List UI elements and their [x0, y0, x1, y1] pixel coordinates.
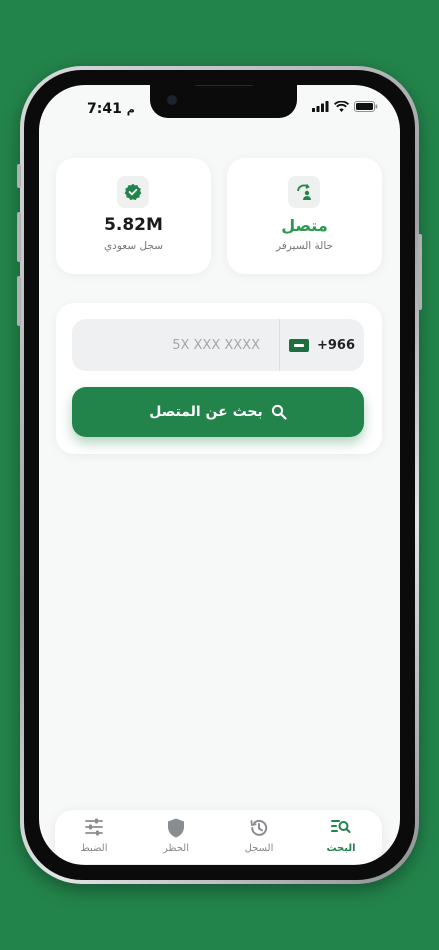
search-caller-button[interactable]: بحث عن المتصل	[72, 387, 364, 437]
records-count-value: 5.82M	[104, 215, 163, 235]
camera	[167, 95, 177, 105]
server-sync-icon-box	[288, 176, 320, 208]
search-button-label: بحث عن المتصل	[149, 404, 263, 420]
records-count-card: 5.82M سجل سعودي	[56, 158, 211, 274]
tab-settings[interactable]: الضبط	[59, 810, 129, 864]
mute-switch	[17, 164, 21, 188]
sliders-icon	[85, 818, 103, 836]
verified-icon-box	[117, 176, 149, 208]
wifi-icon	[334, 101, 349, 112]
tab-block[interactable]: الحظر	[141, 810, 211, 864]
volume-down-button	[17, 276, 21, 326]
server-status-card: متصل حالة السيرفر	[227, 158, 382, 274]
phone-frame: 7:41 م متصل حالة السيرفر 5.82M سجل سعودي…	[17, 66, 422, 884]
sync-person-icon	[297, 184, 311, 200]
country-code: +966	[316, 337, 356, 353]
tab-block-label: الحظر	[162, 843, 189, 854]
power-button	[418, 234, 422, 310]
records-count-label: سجل سعودي	[103, 240, 164, 252]
tab-search-label: البحث	[326, 843, 356, 854]
speaker	[193, 85, 254, 86]
app-screen: 7:41 م متصل حالة السيرفر 5.82M سجل سعودي…	[39, 85, 400, 865]
tab-history[interactable]: السجل	[224, 810, 294, 864]
saudi-flag-icon	[288, 338, 309, 352]
phone-bezel: 7:41 م متصل حالة السيرفر 5.82M سجل سعودي…	[24, 70, 415, 880]
search-list-icon	[331, 820, 351, 833]
tab-settings-label: الضبط	[80, 843, 108, 854]
search-card: +966 بحث عن المتصل	[56, 303, 382, 454]
time-text: 7:41	[87, 101, 122, 117]
notch	[150, 85, 297, 118]
server-status-value: متصل	[281, 216, 328, 235]
history-icon	[250, 819, 268, 836]
phone-number-field: +966	[72, 319, 364, 371]
verified-badge-icon	[124, 183, 142, 201]
bottom-tab-bar: البحث السجل الحظر الضبط	[55, 810, 382, 864]
signal-icon	[312, 101, 329, 112]
phone-number-input[interactable]	[72, 319, 272, 371]
tab-history-label: السجل	[244, 843, 274, 854]
status-icons	[312, 101, 378, 112]
time-suffix: م	[126, 103, 135, 116]
shield-icon	[168, 818, 184, 838]
country-code-selector[interactable]: +966	[279, 319, 364, 371]
server-status-label: حالة السيرفر	[275, 240, 334, 252]
status-time: 7:41 م	[87, 101, 135, 117]
volume-up-button	[17, 212, 21, 262]
search-icon	[271, 404, 287, 420]
tab-search[interactable]: البحث	[306, 810, 376, 864]
battery-icon	[354, 101, 378, 112]
